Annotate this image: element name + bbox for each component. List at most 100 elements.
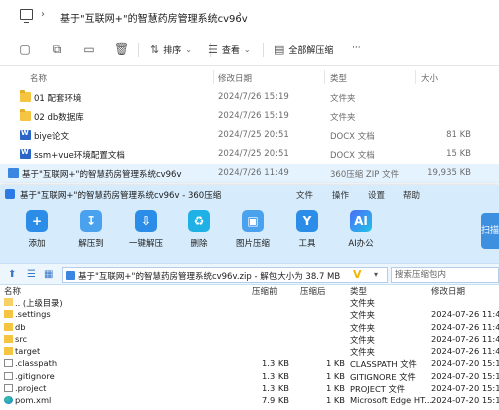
column-type[interactable]: 类型 <box>330 72 347 84</box>
entry-name: .settings <box>15 309 51 320</box>
rename-icon[interactable]: ▭ <box>82 42 96 56</box>
file-name: 02 db数据库 <box>34 113 84 123</box>
archive-row[interactable]: .project 1.3 KB 1 KB PROJECT 文件 2024-07-… <box>0 382 499 394</box>
entry-date: 2024-07-26 11:49 <box>431 321 499 332</box>
file-icon <box>4 359 13 368</box>
extract-all-button[interactable]: ▤ 全部解压缩 <box>274 43 333 56</box>
archive-path-field[interactable]: 基于"互联网+"的智慧药房管理系统cv96v.zip - 解包大小为 38.7 … <box>62 267 388 283</box>
archive-search[interactable] <box>391 267 499 283</box>
extract-to-button[interactable]: ↧ 解压到 <box>67 210 115 249</box>
column-divider[interactable] <box>324 70 325 84</box>
delete-icon[interactable]: 🗑 <box>114 42 129 56</box>
entry-type: CLASSPATH 文件 <box>350 359 417 370</box>
zip-toolbar: + 添加 ↧ 解压到 ⇩ 一键解压 ♻ 删除 ▣ 图片压缩 Y 工具 AI AI… <box>0 203 499 263</box>
file-date: 2024/7/26 11:49 <box>218 168 289 178</box>
entry-size: 1.3 KB <box>262 358 289 369</box>
file-name: ssm+vue环境配置文档 <box>34 151 125 161</box>
entry-date: 2024-07-20 15:11 <box>431 383 499 394</box>
file-type: DOCX 文档 <box>330 132 375 142</box>
entry-date: 2024-07-20 15:11 <box>431 370 499 381</box>
zip-archive-icon <box>8 168 19 178</box>
folder-icon <box>4 310 13 319</box>
entry-name: pom.xml <box>15 395 52 406</box>
file-row-selected[interactable]: 基于"互联网+"的智慧药房管理系统cv96v 2024/7/26 11:49 3… <box>0 164 499 183</box>
view-button[interactable]: ☰ 查看 ⌄ <box>208 43 251 56</box>
this-pc-icon[interactable] <box>20 9 33 23</box>
menu-help[interactable]: 帮助 <box>403 189 420 201</box>
window-title: 基于"互联网+"的智慧药房管理系统cv96v - 360压缩 <box>20 191 222 201</box>
recycle-icon: ♻ <box>188 210 210 232</box>
column-divider[interactable] <box>213 70 214 84</box>
file-row[interactable]: 01 配套环境 2024/7/26 15:19 文件夹 <box>0 88 499 107</box>
archive-row[interactable]: src 文件夹 2024-07-26 11:49 <box>0 333 499 345</box>
view-icon: ☰ <box>208 43 218 56</box>
file-row[interactable]: biye论文 2024/7/25 20:51 DOCX 文档 81 KB <box>0 126 499 145</box>
more-options-button[interactable]: ··· <box>352 43 361 53</box>
menu-file[interactable]: 文件 <box>296 189 313 201</box>
chevron-down-icon: ⌄ <box>185 45 192 54</box>
file-date: 2024/7/25 20:51 <box>218 130 289 140</box>
edge-browser-icon <box>4 396 13 405</box>
tool-label: 图片压缩 <box>235 239 270 249</box>
scan-side-button[interactable]: 扫描 <box>481 213 499 249</box>
archive-row[interactable]: pom.xml 7.9 KB 1 KB Microsoft Edge HT...… <box>0 394 499 406</box>
menu-operation[interactable]: 操作 <box>332 189 349 201</box>
entry-compressed-size: 1 KB <box>325 370 345 381</box>
file-size: 19,935 KB <box>427 168 471 178</box>
sort-label: 排序 <box>163 46 182 56</box>
view-label: 查看 <box>221 46 240 56</box>
copy-icon[interactable]: ⧉ <box>50 42 64 56</box>
ai-office-button[interactable]: AI AI办公 <box>337 210 385 249</box>
sort-icon: ⇅ <box>150 43 160 56</box>
entry-name: target <box>15 346 41 357</box>
sort-button[interactable]: ⇅ 排序 ⌄ <box>150 43 192 56</box>
delete-button[interactable]: ♻ 删除 <box>175 210 223 249</box>
entry-name: .gitignore <box>15 370 55 381</box>
verified-check-icon: V <box>353 268 362 281</box>
zip-address-bar: ⬆ ☰ ▦ 基于"互联网+"的智慧药房管理系统cv96v.zip - 解包大小为… <box>0 263 499 285</box>
column-name[interactable]: 名称 <box>30 72 47 84</box>
entry-type: 文件夹 <box>350 298 375 308</box>
file-row[interactable]: ssm+vue环境配置文档 2024/7/25 20:51 DOCX 文档 15… <box>0 145 499 164</box>
tool-label: 一键解压 <box>128 239 163 249</box>
tool-label: 添加 <box>28 239 46 249</box>
column-date[interactable]: 修改日期 <box>218 72 252 84</box>
file-type: DOCX 文档 <box>330 151 375 161</box>
archive-row[interactable]: db 文件夹 2024-07-26 11:49 <box>0 321 499 333</box>
file-type: 文件夹 <box>330 94 356 104</box>
archive-row[interactable]: .classpath 1.3 KB 1 KB CLASSPATH 文件 2024… <box>0 357 499 369</box>
up-arrow-icon[interactable]: ⬆ <box>8 269 16 280</box>
tool-label: AI办公 <box>348 239 374 249</box>
tool-label: 解压到 <box>78 239 104 249</box>
entry-compressed-size: 1 KB <box>325 395 345 406</box>
grid-view-icon[interactable]: ▦ <box>44 269 53 280</box>
entry-name: .classpath <box>15 358 58 369</box>
folder-icon <box>20 90 31 102</box>
column-divider[interactable] <box>415 70 416 84</box>
archive-row[interactable]: .settings 文件夹 2024-07-26 11:49 <box>0 308 499 320</box>
archive-search-input[interactable] <box>392 268 498 282</box>
tool-label: 删除 <box>190 239 208 249</box>
one-click-extract-button[interactable]: ⇩ 一键解压 <box>122 210 170 249</box>
menu-settings[interactable]: 设置 <box>368 189 385 201</box>
file-row[interactable]: 02 db数据库 2024/7/26 15:19 文件夹 <box>0 107 499 126</box>
entry-name: .project <box>15 383 47 394</box>
breadcrumb-chevron-icon[interactable]: › <box>238 9 242 20</box>
new-folder-icon[interactable]: ▢ <box>18 42 32 56</box>
archive-row[interactable]: target 文件夹 2024-07-26 11:49 <box>0 345 499 357</box>
breadcrumb-chevron-icon[interactable]: › <box>41 9 45 20</box>
tools-button[interactable]: Y 工具 <box>283 210 331 249</box>
breadcrumb-current-folder[interactable]: 基于"互联网+"的智慧药房管理系统cv96v <box>60 10 248 25</box>
entry-type: PROJECT 文件 <box>350 384 406 395</box>
add-button[interactable]: + 添加 <box>13 210 61 249</box>
entry-size: 7.9 KB <box>262 395 289 406</box>
file-icon <box>4 384 13 393</box>
entry-compressed-size: 1 KB <box>325 383 345 394</box>
entry-date: 2024-07-26 11:49 <box>431 346 499 357</box>
chevron-down-icon[interactable]: ▾ <box>374 270 378 279</box>
list-view-icon[interactable]: ☰ <box>27 269 36 280</box>
image-compress-button[interactable]: ▣ 图片压缩 <box>229 210 277 249</box>
archive-row[interactable]: .. (上级目录) 文件夹 <box>0 296 499 308</box>
column-size[interactable]: 大小 <box>421 72 438 84</box>
archive-row[interactable]: .gitignore 1.3 KB 1 KB GITIGNORE 文件 2024… <box>0 370 499 382</box>
